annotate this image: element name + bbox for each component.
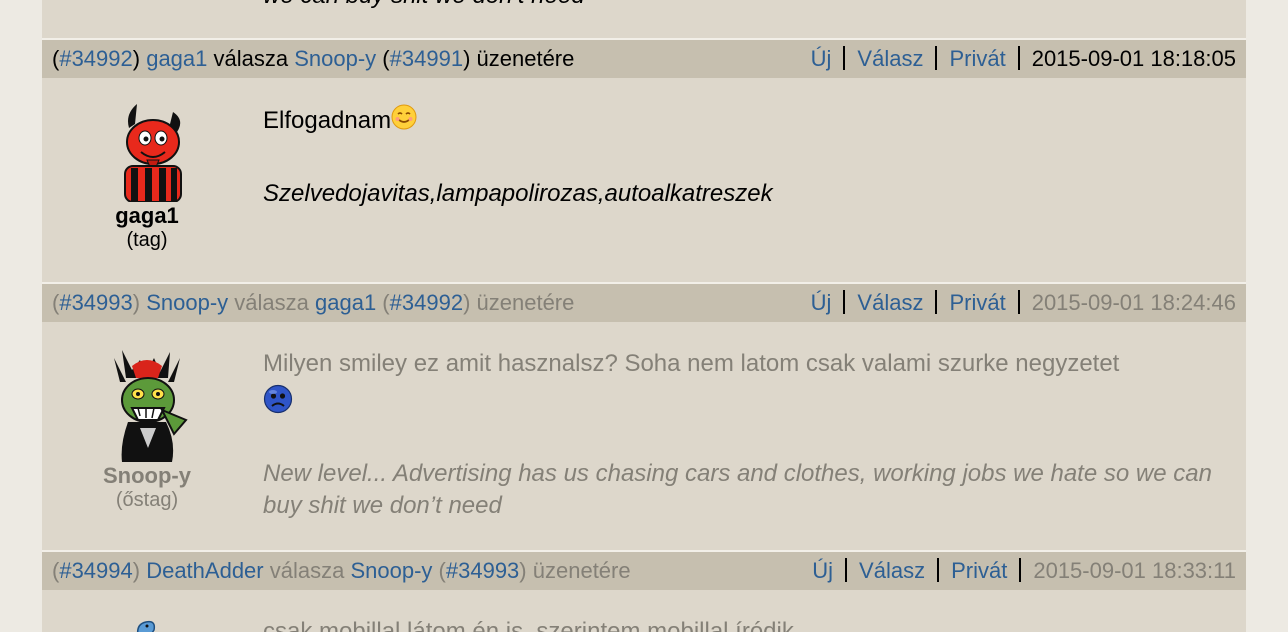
message-text: Elfogadnam xyxy=(263,104,1226,137)
post-id-link[interactable]: #34993 xyxy=(59,290,132,315)
new-link[interactable]: Új xyxy=(811,46,832,71)
post-id-link[interactable]: #34994 xyxy=(59,558,132,583)
reply-to-user-link[interactable]: Snoop-y xyxy=(350,558,432,583)
message-text: Milyen smiley ez amit hasznalsz? Soha ne… xyxy=(263,348,1226,421)
post-timestamp: 2015-09-01 18:24:46 xyxy=(1031,290,1236,315)
message-content: Elfogadnam xyxy=(263,107,392,134)
divider xyxy=(1017,290,1020,314)
reply-link[interactable]: Válasz xyxy=(859,558,925,583)
reply-word: válasza xyxy=(269,558,345,583)
reply-suffix: üzenetére xyxy=(476,290,575,315)
reply-suffix: üzenetére xyxy=(476,46,575,71)
post-timestamp: 2015-09-01 18:33:11 xyxy=(1033,558,1236,583)
post-id-link[interactable]: #34992 xyxy=(59,46,132,71)
private-link[interactable]: Privát xyxy=(949,46,1005,71)
post-body: Snoop-y (őstag) Milyen smiley ez amit ha… xyxy=(42,322,1246,550)
author-card: Snoop-y (őstag) xyxy=(42,348,252,512)
post-timestamp: 2015-09-01 18:18:05 xyxy=(1031,46,1236,71)
post-header: (#34992) gaga1 válasza Snoop-y (#34991) … xyxy=(42,38,1246,78)
post-body: gaga1 (tag) Elfogadnam Szelvedojavitas,l… xyxy=(42,78,1246,282)
reply-link[interactable]: Válasz xyxy=(857,46,923,71)
reply-to-user-link[interactable]: gaga1 xyxy=(315,290,376,315)
demon-avatar-icon[interactable] xyxy=(102,348,192,462)
author-rank: (őstag) xyxy=(115,489,179,511)
author-rank: (tag) xyxy=(126,229,168,251)
new-link[interactable]: Új xyxy=(812,558,833,583)
reply-to-user-link[interactable]: Snoop-y xyxy=(294,46,376,71)
reply-suffix: üzenetére xyxy=(532,558,631,583)
signature-text: Szelvedojavitas,lampapolirozas,autoalkat… xyxy=(263,180,773,207)
reply-to-id-link[interactable]: #34993 xyxy=(446,558,519,583)
message-content: Milyen smiley ez amit hasznalsz? Soha ne… xyxy=(263,350,1120,377)
divider xyxy=(1017,46,1020,70)
sad-smiley-icon xyxy=(263,384,293,414)
divider xyxy=(935,46,938,70)
reply-to-id-link[interactable]: #34991 xyxy=(390,46,463,71)
author-link[interactable]: gaga1 xyxy=(146,46,207,71)
previous-post-body: we can buy shit we don’t need xyxy=(42,0,1246,38)
smiley-icon xyxy=(391,104,417,130)
forum-thread: we can buy shit we don’t need (#34992) g… xyxy=(42,0,1246,632)
divider xyxy=(843,290,846,314)
private-link[interactable]: Privát xyxy=(951,558,1007,583)
divider xyxy=(1019,558,1022,582)
divider xyxy=(845,558,848,582)
divider xyxy=(935,290,938,314)
author-name[interactable]: Snoop-y xyxy=(42,464,252,488)
post-header: (#34994) DeathAdder válasza Snoop-y (#34… xyxy=(42,550,1246,590)
reply-link[interactable]: Válasz xyxy=(857,290,923,315)
post-header: (#34993) Snoop-y válasza gaga1 (#34992) … xyxy=(42,282,1246,322)
new-link[interactable]: Új xyxy=(811,290,832,315)
author-name[interactable]: gaga1 xyxy=(42,204,252,228)
signature-text: New level... Advertising has us chasing … xyxy=(263,460,1212,519)
author-link[interactable]: Snoop-y xyxy=(146,290,228,315)
reply-to-id-link[interactable]: #34992 xyxy=(390,290,463,315)
divider xyxy=(843,46,846,70)
author-link[interactable]: DeathAdder xyxy=(146,558,263,583)
previous-post-signature: we can buy shit we don’t need xyxy=(263,0,585,10)
message-text: csak mobillal látom én is, szerintem mob… xyxy=(263,618,794,632)
snake-avatar-icon[interactable] xyxy=(132,616,162,632)
post-body: csak mobillal látom én is, szerintem mob… xyxy=(42,590,1246,632)
author-card: gaga1 (tag) xyxy=(42,102,252,252)
private-link[interactable]: Privát xyxy=(949,290,1005,315)
reply-word: válasza xyxy=(213,46,289,71)
reply-word: válasza xyxy=(234,290,309,315)
divider xyxy=(937,558,940,582)
devil-avatar-icon[interactable] xyxy=(107,102,187,202)
